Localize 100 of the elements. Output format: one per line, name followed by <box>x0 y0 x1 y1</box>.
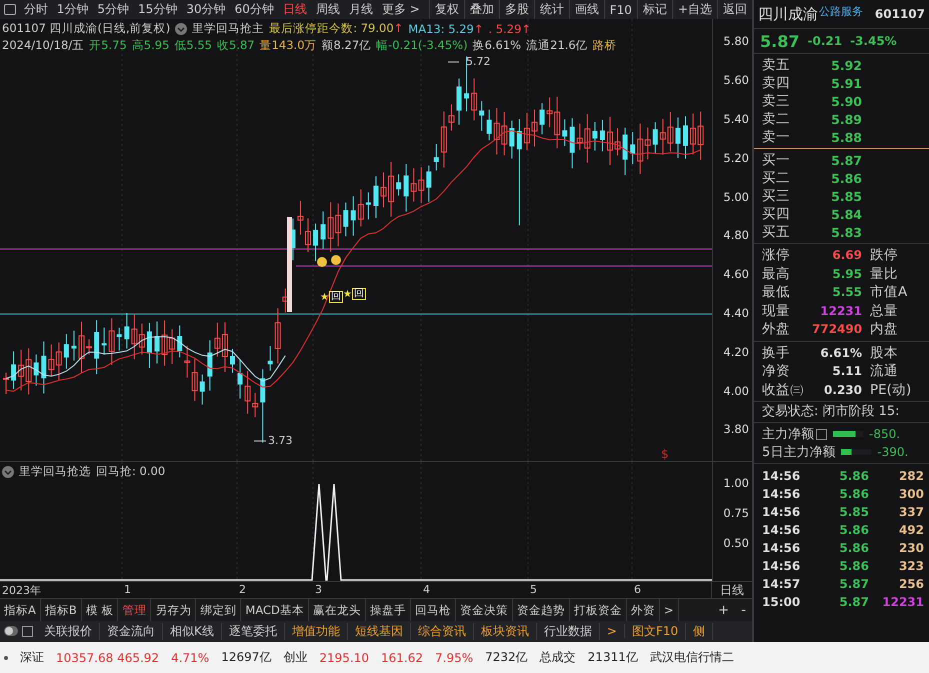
period-tab[interactable]: 1分钟 <box>56 1 88 18</box>
stat-value: 772490 <box>812 322 862 336</box>
function-button[interactable]: 图文F10 <box>624 622 686 640</box>
axis-label: 2 <box>239 583 246 596</box>
flow-value: -390. <box>877 445 908 459</box>
more-button[interactable]: 更多 > <box>382 1 420 18</box>
quote-value: 额8.27亿 <box>322 38 372 54</box>
flow-label: 主力净额 <box>762 426 814 443</box>
period-tab[interactable]: 15分钟 <box>138 1 178 18</box>
stat-label: 最高 <box>762 264 791 283</box>
stat-value: 5.11 <box>831 364 862 378</box>
index-value: 7232亿 <box>485 649 528 666</box>
dropdown-icon[interactable] <box>2 466 14 478</box>
marker-label: $ <box>661 447 669 462</box>
document-icon[interactable] <box>816 428 827 440</box>
toolbar-button[interactable]: +自选 <box>672 0 717 20</box>
flow-label: 5日主力净额 <box>762 444 836 461</box>
stat-value: 12231 <box>819 304 862 318</box>
quote-value: 换6.61% <box>472 38 522 54</box>
last-price: 5.87 <box>760 32 800 50</box>
period-tab[interactable]: 分时 <box>24 1 48 18</box>
ask-price: 5.89 <box>830 112 862 126</box>
function-button[interactable]: 相似K线 <box>163 622 222 640</box>
stat-value: 5.55 <box>831 285 862 300</box>
toolbar-button[interactable]: 统计 <box>534 0 569 20</box>
axis-label: 1.00 <box>723 476 749 490</box>
index-value: 21311亿 <box>588 649 638 666</box>
bid-price: 5.83 <box>830 224 862 240</box>
index-value: 武汉电信行情二 <box>650 649 734 666</box>
bid-price: 5.87 <box>830 152 862 168</box>
period-tab[interactable]: 60分钟 <box>234 1 274 18</box>
axis-label: 4.80 <box>723 228 749 242</box>
trade-status: 交易状态: 闭市阶段 15: <box>754 402 929 423</box>
axis-label: 5 <box>530 583 537 596</box>
bid-label: 买一 <box>762 151 791 169</box>
toolbar-button[interactable]: 多股 <box>498 0 534 20</box>
formula-name: 里学回马抢主 <box>192 21 264 36</box>
index-value: 总成交 <box>540 649 576 666</box>
panel-icon[interactable] <box>22 626 33 637</box>
sector-link[interactable]: 公路服务 <box>819 4 863 19</box>
period-tab[interactable]: 月线 <box>348 1 373 18</box>
axis-label: 5.60 <box>723 73 749 88</box>
toolbar-button[interactable]: 复权 <box>428 0 464 20</box>
quote-value: 路桥 <box>592 38 617 54</box>
function-button[interactable]: 短线基因 <box>348 622 411 640</box>
stat-label: 换手 <box>762 344 791 362</box>
index-value: 深证 <box>20 649 44 666</box>
stat-label: 最低 <box>762 283 791 302</box>
toolbar-button[interactable]: 叠加 <box>464 0 499 20</box>
function-button[interactable]: 侧 <box>686 622 714 640</box>
signal-label: ★ 回 <box>320 291 343 304</box>
tick-price: 5.86 <box>838 469 869 483</box>
quote-value: 幅-0.21(-3.45%) <box>376 38 468 54</box>
axis-label: 1 <box>124 583 131 596</box>
period-tab[interactable]: 周线 <box>316 1 340 18</box>
axis-label: 3.80 <box>723 422 749 436</box>
function-button[interactable]: 关联报价 <box>37 622 100 640</box>
ask-label: 卖一 <box>762 128 791 146</box>
toggle-switch[interactable] <box>4 626 18 636</box>
flow-value: -850. <box>869 427 900 441</box>
toolbar-button[interactable]: 标记 <box>636 0 672 20</box>
quote-value: 量143.0万 <box>260 38 317 54</box>
ask-label: 卖三 <box>762 92 791 110</box>
zoom-button[interactable]: + <box>718 599 729 621</box>
period-tab[interactable]: 日线 <box>282 1 307 18</box>
axis-label: 5.00 <box>723 190 749 204</box>
tick-volume: 337 <box>898 505 924 519</box>
function-button[interactable]: 资金流向 <box>100 622 163 640</box>
bid-label: 买四 <box>762 205 791 223</box>
chart-title: 601107 四川成渝(日线,前复权) <box>2 21 170 36</box>
stat-label: PE(动) <box>870 380 912 399</box>
function-button[interactable]: > <box>600 624 625 638</box>
zoom-button[interactable]: - <box>741 599 746 621</box>
price-change: -0.21 <box>807 34 842 48</box>
toolbar-button[interactable]: 画线 <box>568 0 604 20</box>
ask-price: 5.88 <box>830 130 862 144</box>
function-button[interactable]: 逐笔委托 <box>222 622 285 640</box>
tick-time: 14:56 <box>762 487 802 501</box>
period-tab[interactable]: 5分钟 <box>97 1 130 18</box>
index-value: 10357.68 465.92 <box>56 650 160 664</box>
dropdown-icon[interactable] <box>175 22 188 35</box>
quote-value: 高5.95 <box>132 38 170 54</box>
axis-label: 4.20 <box>723 344 749 359</box>
bid-price: 5.84 <box>830 206 862 222</box>
function-button[interactable]: 增值功能 <box>284 622 348 640</box>
function-button[interactable]: 行业数据 <box>536 622 600 640</box>
tick-time: 14:56 <box>762 469 802 483</box>
window-icon[interactable] <box>4 4 16 16</box>
stat-label: 量比 <box>870 264 898 283</box>
period-tab[interactable]: 30分钟 <box>186 1 226 18</box>
function-button[interactable]: 板块资讯 <box>474 622 537 640</box>
indicator-value: 最后涨停距今数: 79.00↑ <box>269 21 404 36</box>
bid-label: 买五 <box>762 223 791 241</box>
function-button[interactable]: 综合资讯 <box>410 622 474 640</box>
stat-label: 净资 <box>762 362 791 380</box>
stat-label: 流通 <box>870 362 898 380</box>
toolbar-button[interactable]: F10 <box>604 0 637 20</box>
stat-label: 总量 <box>870 302 898 320</box>
axis-label: 3 <box>315 583 322 596</box>
tick-volume: 230 <box>898 541 924 555</box>
